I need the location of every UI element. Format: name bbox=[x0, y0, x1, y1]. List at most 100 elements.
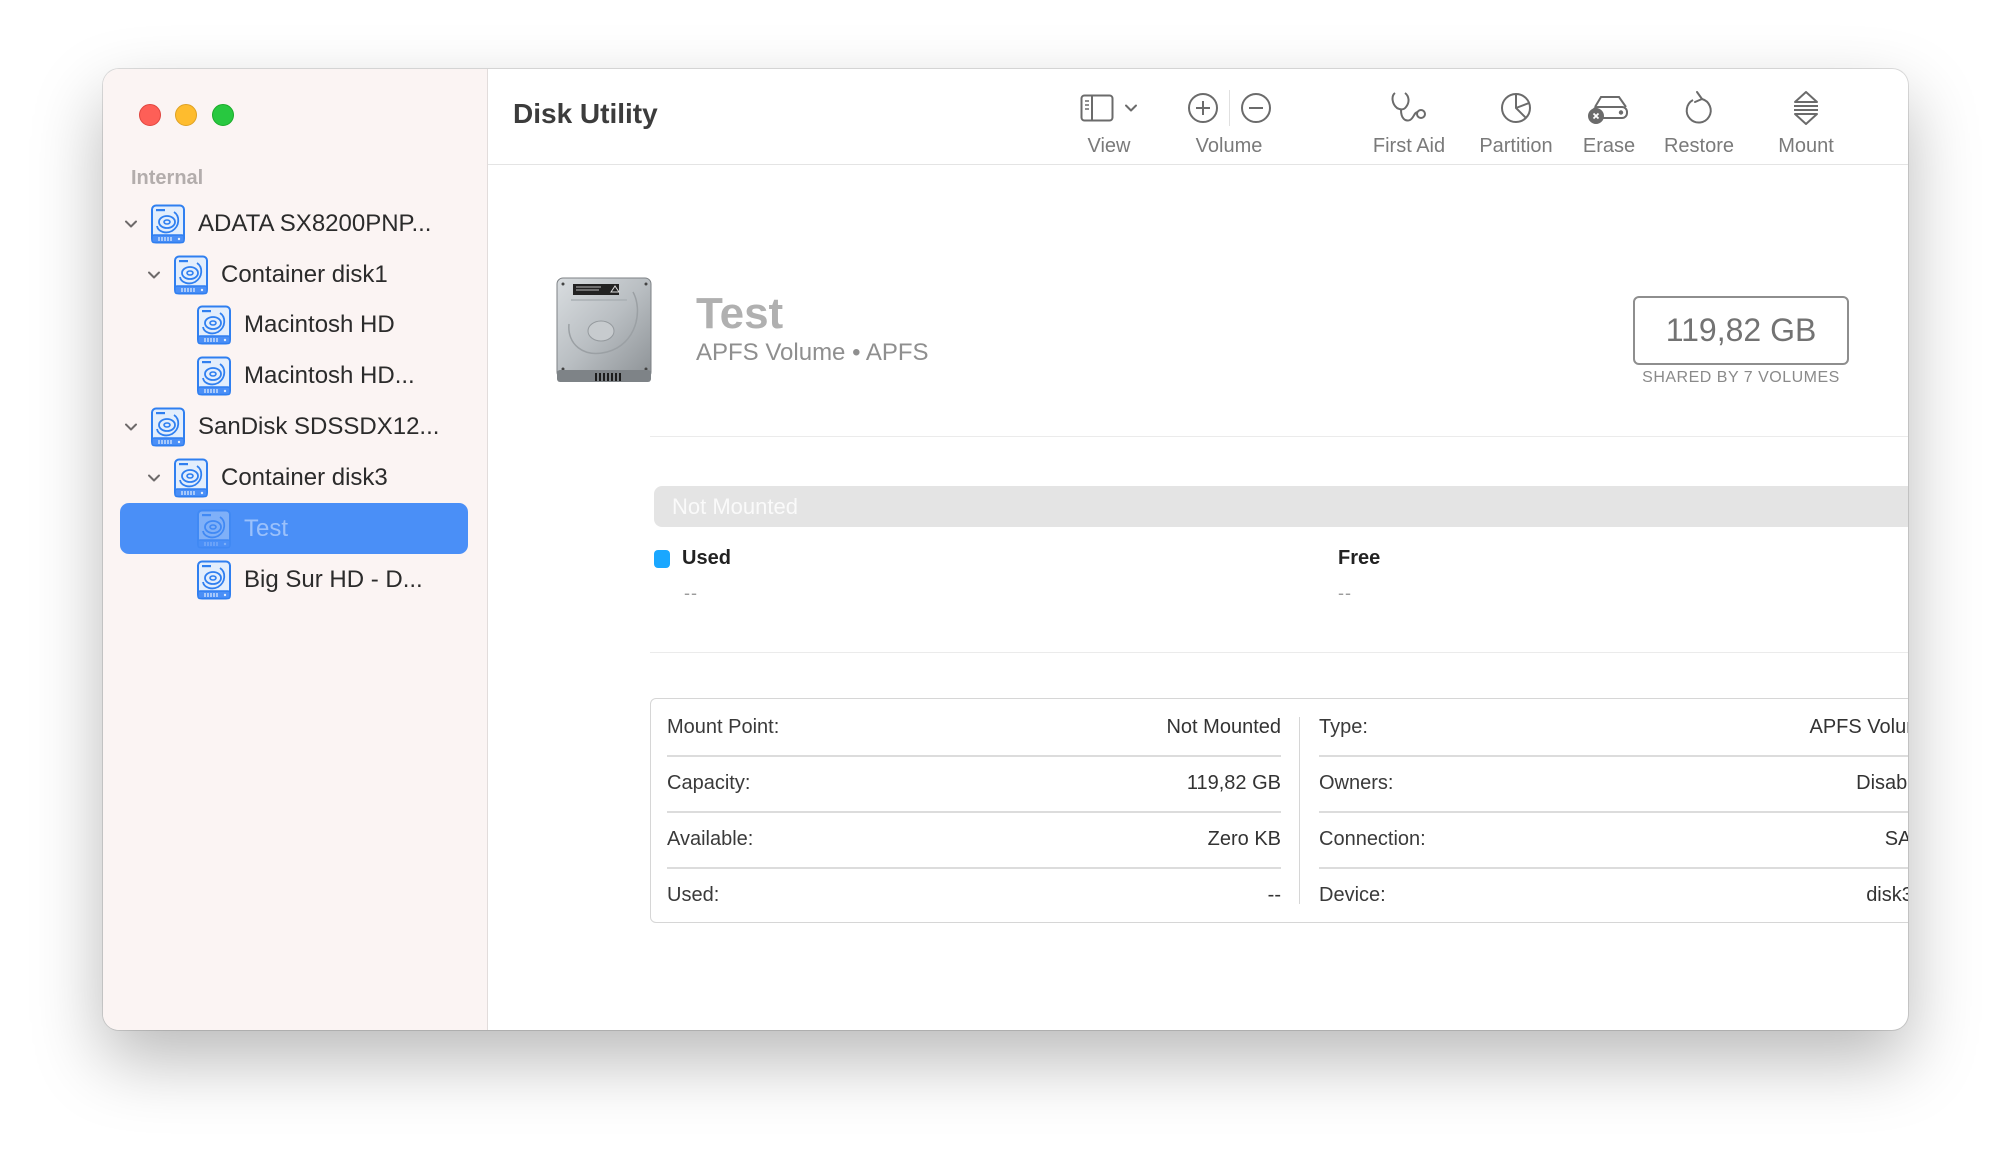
mount-label: Mount bbox=[1778, 135, 1834, 157]
legend-used-label: Used bbox=[682, 547, 731, 569]
restore-button[interactable]: Restore bbox=[1644, 87, 1754, 158]
legend-used: Used bbox=[654, 547, 731, 570]
info-row: Available: Zero KB bbox=[667, 811, 1281, 867]
hard-drive-icon bbox=[556, 277, 652, 382]
legend-used-value: -- bbox=[684, 583, 698, 603]
disk-utility-window: Internal ADATA SX8200PNP... Container dis… bbox=[103, 69, 1908, 1030]
sidebar-item[interactable]: Container disk1 bbox=[120, 249, 468, 300]
view-label: View bbox=[1087, 135, 1131, 157]
sidebar-item-label: SanDisk SDSSDX12... bbox=[198, 412, 440, 440]
plus-circle-icon[interactable] bbox=[1187, 92, 1219, 124]
info-row: Owners: Disabled bbox=[1319, 755, 1908, 811]
sidebar-item[interactable]: Test bbox=[120, 503, 468, 554]
drive-icon bbox=[196, 305, 232, 345]
info-value: Disabled bbox=[1856, 771, 1908, 794]
toolbar: Disk Utility View Volume First Aid Parti… bbox=[488, 69, 1908, 165]
drive-icon bbox=[150, 204, 186, 244]
minus-circle-icon[interactable] bbox=[1240, 92, 1272, 124]
stethoscope-icon bbox=[1391, 92, 1426, 122]
sidebar-item[interactable]: ADATA SX8200PNP... bbox=[120, 198, 468, 249]
info-button[interactable]: Info bbox=[1904, 87, 1908, 158]
volume-info-table: Mount Point: Not Mounted Capacity: 119,82 G… bbox=[650, 698, 1908, 923]
divider bbox=[650, 436, 1908, 437]
sidebar: Internal ADATA SX8200PNP... Container dis… bbox=[103, 69, 488, 1030]
sidebar-item-label: Container disk1 bbox=[221, 260, 388, 288]
disclosure-chevron-icon[interactable] bbox=[120, 213, 142, 235]
disclosure-chevron-icon[interactable] bbox=[143, 264, 165, 286]
info-row: Device: disk3s5 bbox=[1319, 867, 1908, 923]
restore-label: Restore bbox=[1663, 135, 1735, 157]
info-value: disk3s5 bbox=[1866, 883, 1908, 906]
info-row: Capacity: 119,82 GB bbox=[667, 755, 1281, 811]
mount-icon bbox=[1794, 91, 1818, 125]
app-title: Disk Utility bbox=[513, 98, 658, 129]
sidebar-item-label: Test bbox=[244, 514, 289, 542]
partition-label: Partition bbox=[1479, 135, 1553, 157]
volume-name: Test bbox=[696, 289, 784, 338]
info-value: 119,82 GB bbox=[1186, 771, 1281, 794]
sidebar-item[interactable]: SanDisk SDSSDX12... bbox=[120, 401, 468, 452]
volume-label: Volume bbox=[1195, 135, 1263, 157]
sidebar-item-label: Big Sur HD - D... bbox=[244, 565, 423, 593]
sidebar-item[interactable]: Big Sur HD - D... bbox=[120, 554, 468, 605]
info-key: Type: bbox=[1319, 715, 1368, 738]
volume-separator bbox=[1228, 90, 1230, 126]
info-value: Zero KB bbox=[1207, 827, 1281, 850]
sidebar-view-icon bbox=[1080, 94, 1114, 122]
info-value: APFS Volume bbox=[1809, 715, 1908, 738]
minimize-window-button[interactable] bbox=[175, 104, 197, 126]
capacity-badge: 119,82 GB bbox=[1633, 296, 1849, 365]
view-button[interactable]: View bbox=[1054, 87, 1164, 158]
disclosure-chevron-icon[interactable] bbox=[120, 416, 142, 438]
info-row: Mount Point: Not Mounted bbox=[667, 699, 1281, 755]
sidebar-item-label: Macintosh HD bbox=[244, 310, 395, 338]
info-row: Type: APFS Volume bbox=[1319, 699, 1908, 755]
erase-label: Erase bbox=[1582, 135, 1636, 157]
restore-arrow-icon bbox=[1685, 91, 1712, 124]
usage-bar: Not Mounted bbox=[654, 486, 1908, 527]
mount-button[interactable]: Mount bbox=[1751, 87, 1861, 158]
volume-detail-pane: Test APFS Volume • APFS 119,82 GB SHARED… bbox=[488, 165, 1908, 1030]
legend-free-value: -- bbox=[1338, 583, 1352, 603]
volume-subtitle: APFS Volume • APFS bbox=[696, 339, 929, 366]
sidebar-item-label: ADATA SX8200PNP... bbox=[198, 209, 432, 237]
sidebar-item-label: Macintosh HD... bbox=[244, 361, 415, 389]
drive-icon bbox=[196, 356, 232, 396]
info-key: Mount Point: bbox=[667, 715, 780, 738]
info-row: Used: -- bbox=[667, 867, 1281, 923]
info-key: Connection: bbox=[1319, 827, 1426, 850]
sidebar-item[interactable]: Macintosh HD... bbox=[120, 350, 468, 401]
zoom-window-button[interactable] bbox=[212, 104, 234, 126]
first-aid-button[interactable]: First Aid bbox=[1354, 87, 1464, 158]
erase-drive-icon bbox=[1588, 96, 1628, 124]
info-key: Capacity: bbox=[667, 771, 751, 794]
info-value: Not Mounted bbox=[1166, 715, 1281, 738]
info-column-right: Type: APFS Volume Owners: Disabled Connectio… bbox=[1319, 699, 1908, 922]
drive-icon bbox=[150, 407, 186, 447]
info-column-left: Mount Point: Not Mounted Capacity: 119,82 G… bbox=[667, 699, 1281, 922]
disclosure-chevron-icon[interactable] bbox=[143, 467, 165, 489]
drive-icon bbox=[196, 509, 232, 549]
drive-icon bbox=[173, 255, 209, 295]
divider bbox=[650, 652, 1908, 653]
legend-free: Free bbox=[1338, 547, 1380, 570]
info-key: Used: bbox=[667, 883, 720, 906]
legend-free-label: Free bbox=[1338, 547, 1381, 569]
info-row: Connection: SATA bbox=[1319, 811, 1908, 867]
info-key: Owners: bbox=[1319, 771, 1394, 794]
sidebar-item[interactable]: Macintosh HD bbox=[120, 299, 468, 350]
column-divider bbox=[1299, 717, 1300, 904]
info-value: -- bbox=[1267, 883, 1281, 906]
drive-icon bbox=[173, 458, 209, 498]
pie-chart-icon bbox=[1501, 93, 1531, 123]
close-window-button[interactable] bbox=[139, 104, 161, 126]
volume-button-group: Volume bbox=[1174, 87, 1284, 158]
drive-icon bbox=[196, 560, 232, 600]
sidebar-item-label: Container disk3 bbox=[221, 463, 388, 491]
sidebar-item[interactable]: Container disk3 bbox=[120, 452, 468, 503]
info-key: Available: bbox=[667, 827, 754, 850]
sidebar-section-internal: Internal bbox=[131, 167, 204, 189]
